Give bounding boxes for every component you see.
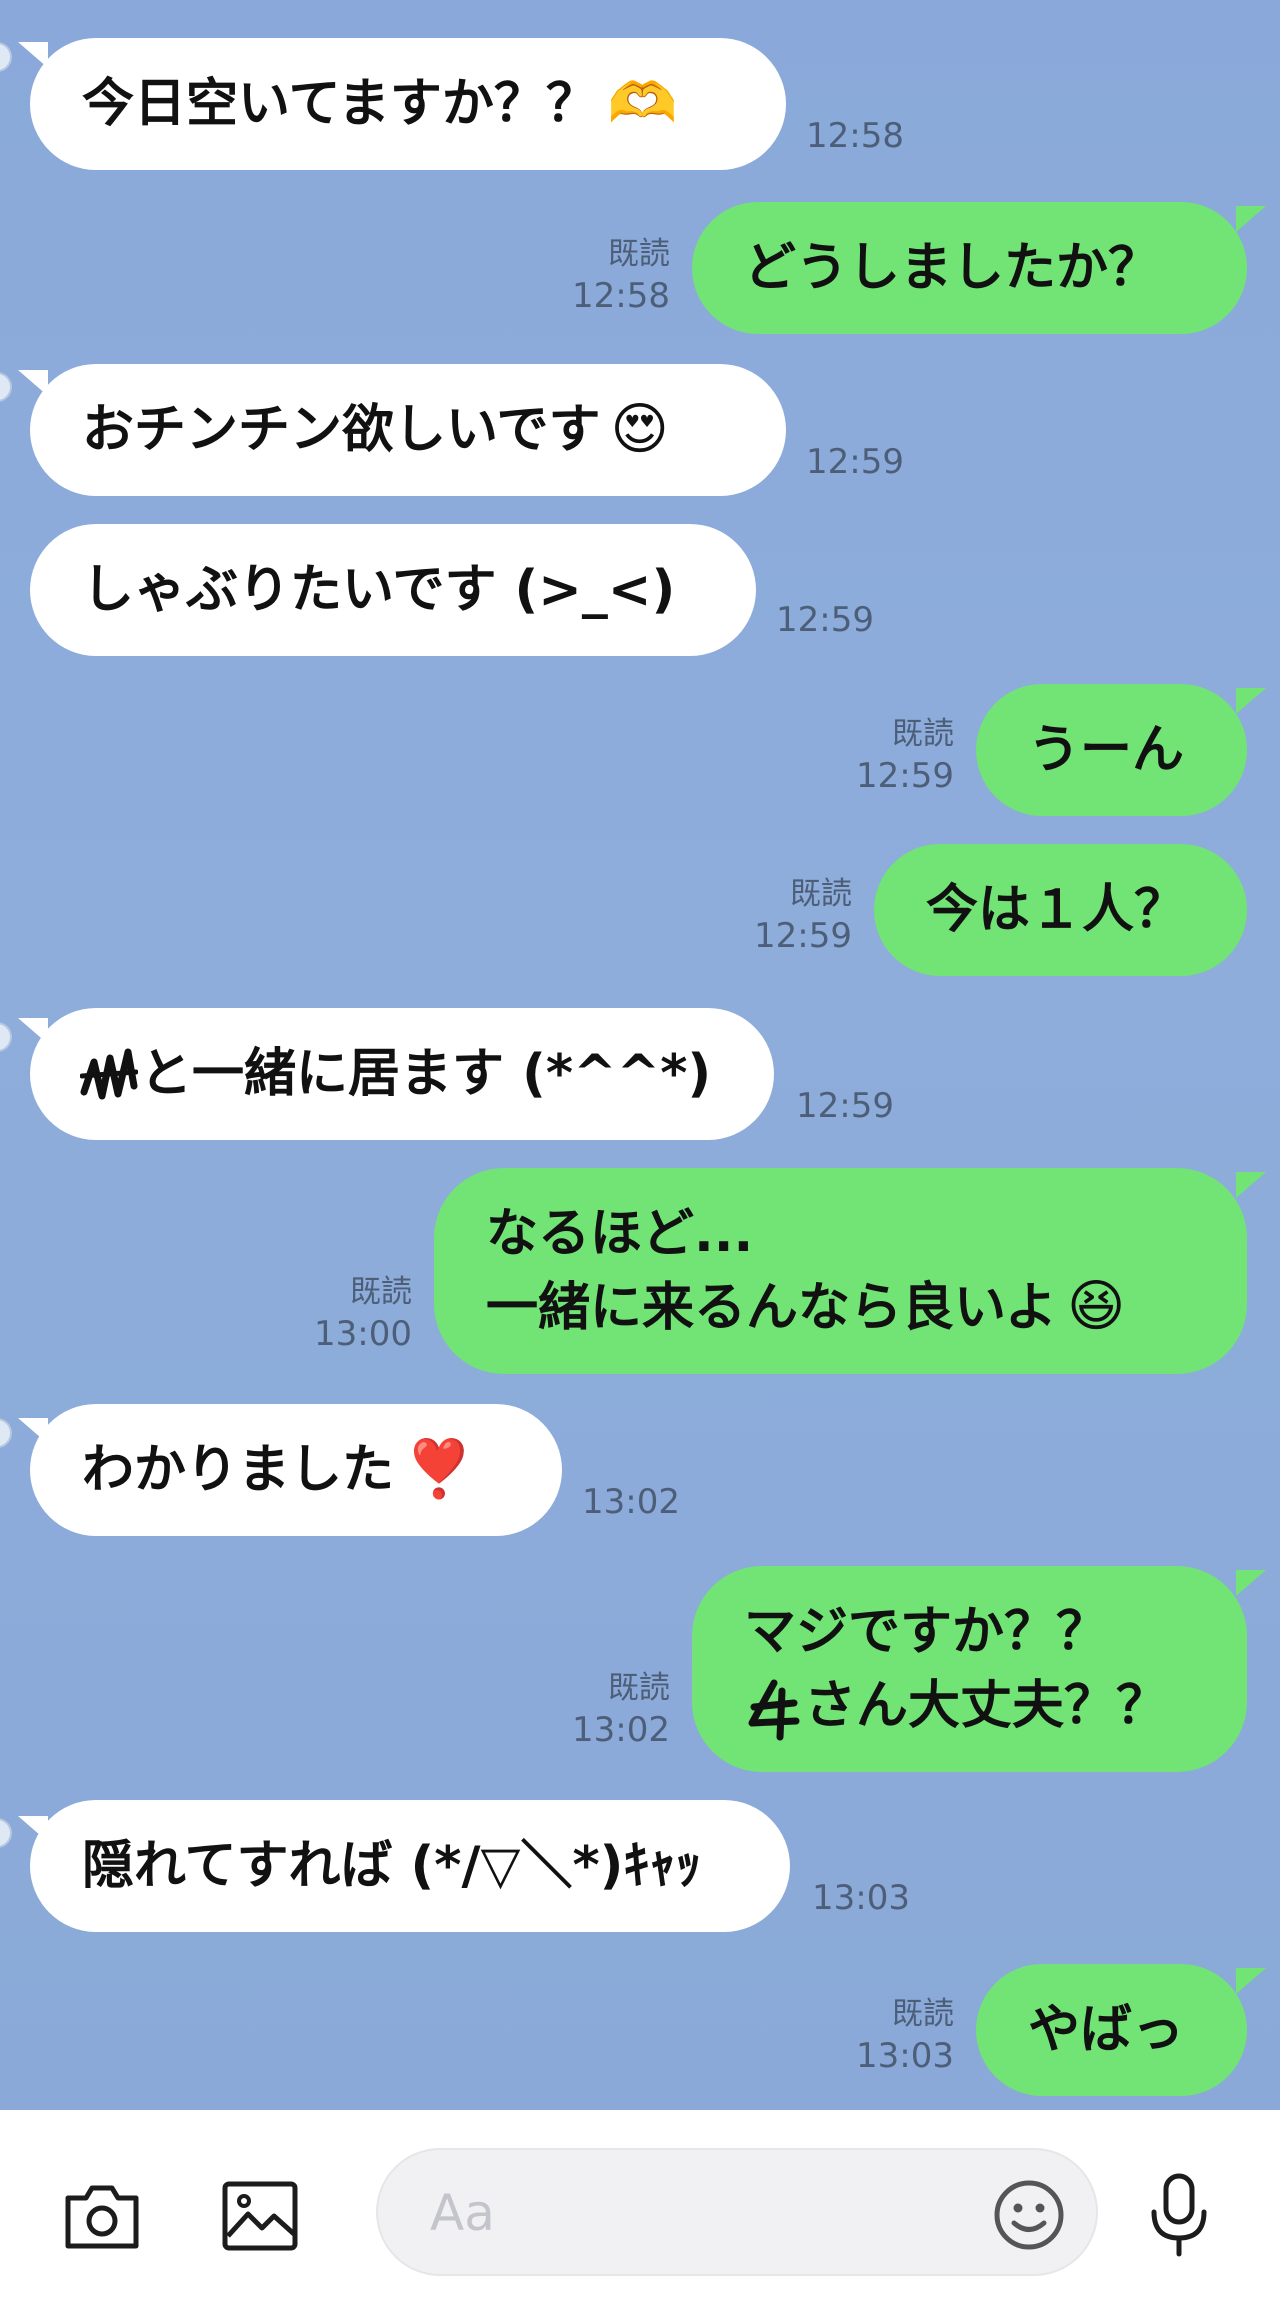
message-text: と一緒に居ます (*^^*)	[140, 1044, 712, 1104]
message-time: 12:59	[806, 442, 904, 482]
message-bubble-incoming[interactable]: 隠れてすれば (*/▽＼*)ｷｬｯ	[30, 1800, 790, 1932]
message-text: どうしましたか？	[744, 238, 1161, 298]
message-bubble-incoming[interactable]: おチンチン欲しいです 😍	[30, 364, 786, 496]
message-line-2: 一緒に来るんなら良いよ 😆	[486, 1274, 1126, 1339]
avatar[interactable]	[0, 42, 12, 72]
message-text: 今は１人？	[926, 880, 1187, 940]
microphone-icon[interactable]	[1144, 2170, 1214, 2260]
avatar[interactable]	[0, 372, 12, 402]
message-text: 隠れてすれば (*/▽＼*)ｷｬｯ	[82, 1836, 702, 1896]
laughing-emoji: 😆	[1066, 1274, 1126, 1339]
bubble-tail	[1236, 688, 1266, 714]
message-time: 12:59	[776, 600, 874, 640]
chat-area[interactable]: 今日空いてますか？？ 🫶 12:58 既読 12:58 どうしましたか？ おチン…	[0, 0, 1280, 2110]
read-receipt: 既読 12:58	[572, 236, 670, 316]
redacted-scribble	[748, 1679, 800, 1741]
message-toolbar	[0, 2110, 1280, 2304]
message-time: 12:59	[796, 1086, 894, 1126]
heart-exclamation-emoji: ❣️	[404, 1437, 474, 1502]
read-receipt: 既読 12:59	[754, 876, 852, 956]
message-text: しゃぶりたいです (>_<)	[82, 560, 676, 620]
message-bubble-outgoing[interactable]: なるほど... 一緒に来るんなら良いよ 😆	[434, 1168, 1247, 1374]
message-bubble-outgoing[interactable]: どうしましたか？	[692, 202, 1247, 334]
message-time: 12:58	[806, 116, 904, 156]
message-bubble-outgoing[interactable]: マジですか？？ さん大丈夫？？	[692, 1566, 1247, 1772]
message-bubble-outgoing[interactable]: 今は１人？	[874, 844, 1247, 976]
message-line-1: なるほど...	[486, 1204, 754, 1264]
camera-icon[interactable]	[62, 2176, 142, 2256]
message-bubble-incoming[interactable]: わかりました ❣️	[30, 1404, 562, 1536]
heart-eyes-emoji: 😍	[610, 397, 669, 462]
message-bubble-incoming[interactable]: しゃぶりたいです (>_<)	[30, 524, 756, 656]
message-bubble-outgoing[interactable]: うーん	[976, 684, 1247, 816]
heart-hands-emoji: 🫶	[607, 71, 678, 136]
message-bubble-incoming[interactable]: と一緒に居ます (*^^*)	[30, 1008, 774, 1140]
message-bubble-outgoing[interactable]: やばっ	[976, 1964, 1247, 2096]
read-receipt: 既読 13:03	[856, 1996, 954, 2076]
message-text: うーん	[1028, 720, 1185, 780]
message-input-container[interactable]	[376, 2148, 1098, 2276]
bubble-tail	[1236, 1968, 1266, 1994]
message-text: 今日空いてますか？？	[82, 74, 598, 134]
avatar[interactable]	[0, 1418, 12, 1448]
message-text: わかりました	[82, 1440, 395, 1500]
redacted-scribble	[80, 1048, 138, 1100]
message-text: おチンチン欲しいです	[82, 400, 601, 460]
message-time: 13:02	[582, 1482, 680, 1522]
bubble-tail	[1236, 1570, 1266, 1596]
message-time: 13:03	[812, 1878, 910, 1918]
read-receipt: 既読 12:59	[856, 716, 954, 796]
message-input[interactable]	[428, 2176, 952, 2250]
message-line-1: マジですか？？	[744, 1602, 1109, 1662]
message-bubble-incoming[interactable]: 今日空いてますか？？ 🫶	[30, 38, 786, 170]
message-line-2: さん大丈夫？？	[744, 1669, 1168, 1743]
image-icon[interactable]	[220, 2176, 300, 2256]
message-text: やばっ	[1028, 2000, 1185, 2060]
avatar[interactable]	[0, 1022, 12, 1052]
bubble-tail	[1236, 206, 1266, 232]
smiley-icon[interactable]	[992, 2178, 1066, 2252]
read-receipt: 既読 13:00	[314, 1274, 412, 1354]
avatar[interactable]	[0, 1818, 12, 1848]
bubble-tail	[1236, 1172, 1266, 1198]
read-receipt: 既読 13:02	[572, 1670, 670, 1750]
